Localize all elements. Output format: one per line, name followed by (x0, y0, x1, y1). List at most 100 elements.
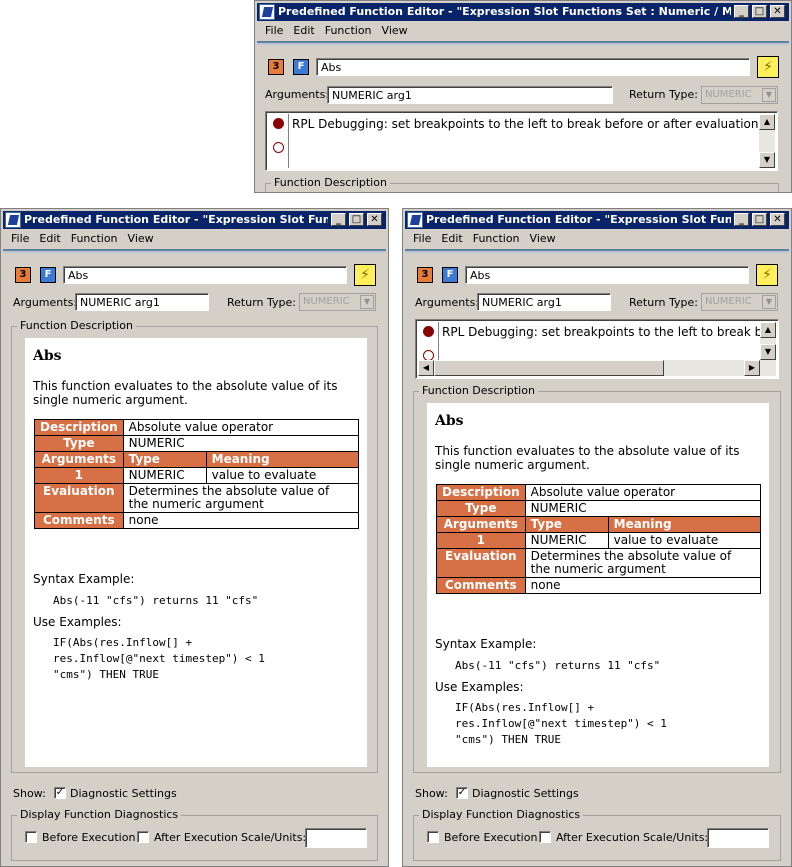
window-title: Predefined Function Editor - "Expression… (24, 213, 328, 226)
function-f-icon[interactable]: F (293, 59, 309, 75)
maximize-button[interactable]: □ (349, 213, 364, 226)
scroll-right-button[interactable]: ▶ (744, 360, 760, 376)
after-execution-checkbox[interactable] (539, 831, 551, 843)
menu-bar: File Edit Function View (405, 230, 789, 248)
menu-bar: File Edit Function View (3, 230, 386, 248)
right-editor-window: Predefined Function Editor - "Expression… (402, 208, 792, 867)
comments-value: none (122, 512, 360, 529)
type-header: Type (34, 435, 124, 452)
menu-edit[interactable]: Edit (291, 24, 316, 37)
scroll-down-button[interactable]: ▼ (759, 152, 775, 168)
menu-bar: File Edit Function View (257, 22, 789, 40)
menu-view[interactable]: View (380, 24, 410, 37)
maximize-button[interactable]: □ (752, 213, 767, 226)
scroll-down-button[interactable]: ▼ (760, 344, 776, 360)
rpl-message: RPL Debugging: set breakpoints to the le… (442, 325, 762, 339)
top-editor-window: Predefined Function Editor - "Expression… (254, 0, 792, 193)
menu-divider-light (3, 251, 386, 253)
maximize-button[interactable]: □ (752, 5, 767, 18)
diagnostic-settings-label: Diagnostic Settings (70, 787, 177, 800)
return-type-label: Return Type: (629, 88, 698, 101)
rpl-message: RPL Debugging: set breakpoints to the le… (292, 117, 763, 131)
rpl-debug-icon[interactable]: 3 (268, 59, 284, 75)
diagnostic-settings-checkbox[interactable]: ✓ (456, 787, 468, 799)
chevron-down-icon: ▼ (360, 295, 374, 309)
menu-file[interactable]: File (411, 232, 433, 245)
arg-type-header: Type (122, 451, 207, 468)
evaluation-line2: the numeric argument (128, 497, 264, 511)
after-execution-checkbox[interactable] (137, 831, 149, 843)
title-bar[interactable]: Predefined Function Editor - "Expression… (3, 211, 386, 229)
arg-number: 1 (436, 532, 526, 549)
function-description-label: Function Description (17, 320, 136, 332)
arg-meaning-header: Meaning (205, 451, 360, 468)
horizontal-scrollbar[interactable]: ◀ ▶ (418, 360, 776, 376)
return-type-select[interactable]: NUMERIC ▼ (701, 293, 778, 311)
title-bar[interactable]: Predefined Function Editor - "Expression… (257, 3, 789, 21)
minimize-button[interactable]: _ (331, 213, 346, 226)
before-execution-checkbox[interactable] (427, 831, 439, 843)
vertical-scrollbar[interactable]: ▲ ▼ (760, 322, 776, 360)
comments-header: Comments (34, 512, 124, 529)
rpl-debug-icon[interactable]: 3 (417, 267, 433, 283)
menu-function[interactable]: Function (323, 24, 374, 37)
menu-edit[interactable]: Edit (37, 232, 62, 245)
lightning-icon[interactable]: ⚡ (757, 56, 779, 78)
description-value: Absolute value operator (524, 484, 762, 501)
lightning-icon[interactable]: ⚡ (354, 264, 376, 286)
arguments-label: Arguments: (415, 296, 480, 309)
function-f-icon[interactable]: F (40, 267, 56, 283)
close-button[interactable]: ✕ (770, 5, 785, 18)
menu-view[interactable]: View (528, 232, 558, 245)
menu-view[interactable]: View (126, 232, 156, 245)
breakpoint-before-icon[interactable] (423, 326, 434, 337)
function-name-field[interactable]: Abs (63, 266, 347, 284)
return-type-select[interactable]: NUMERIC ▼ (299, 293, 376, 311)
use-example-line2: res.Inflow[@"next timestep") < 1 (53, 652, 265, 665)
diagnostic-settings-checkbox[interactable]: ✓ (54, 787, 66, 799)
menu-function[interactable]: Function (471, 232, 522, 245)
doc-intro-line2: single numeric argument. (435, 458, 590, 472)
arguments-header: Arguments (34, 451, 124, 468)
evaluation-header: Evaluation (34, 483, 124, 513)
app-icon (5, 212, 21, 228)
title-bar[interactable]: Predefined Function Editor - "Expression… (405, 211, 789, 229)
syntax-example-code: Abs(-11 "cfs") returns 11 "cfs" (53, 594, 259, 607)
menu-function[interactable]: Function (69, 232, 120, 245)
breakpoint-before-icon[interactable] (273, 118, 284, 129)
minimize-button[interactable]: _ (734, 5, 749, 18)
breakpoint-after-icon[interactable] (273, 142, 284, 153)
scroll-up-button[interactable]: ▲ (759, 114, 775, 130)
arguments-header: Arguments (436, 516, 526, 533)
doc-intro-line2: single numeric argument. (33, 393, 188, 407)
close-button[interactable]: ✕ (770, 213, 785, 226)
function-f-icon[interactable]: F (442, 267, 458, 283)
use-example-line3: "cms") THEN TRUE (53, 668, 159, 681)
scale-units-field[interactable] (707, 828, 769, 848)
function-name-field[interactable]: Abs (465, 266, 749, 284)
scroll-up-button[interactable]: ▲ (760, 322, 776, 338)
lightning-icon[interactable]: ⚡ (756, 264, 778, 286)
rpl-debug-pane[interactable]: RPL Debugging: set breakpoints to the le… (265, 111, 778, 171)
function-name-field[interactable]: Abs (316, 58, 750, 76)
minimize-button[interactable]: _ (734, 213, 749, 226)
scroll-thumb[interactable] (434, 360, 664, 376)
return-type-label: Return Type: (629, 296, 698, 309)
function-doc-pane: Abs This function evaluates to the absol… (427, 403, 769, 767)
arguments-field[interactable]: NUMERIC arg1 (477, 293, 611, 311)
arguments-field[interactable]: NUMERIC arg1 (75, 293, 209, 311)
rpl-debug-pane[interactable]: RPL Debugging: set breakpoints to the le… (415, 319, 779, 379)
return-type-select[interactable]: NUMERIC ▼ (701, 86, 778, 104)
menu-edit[interactable]: Edit (439, 232, 464, 245)
description-header: Description (436, 484, 526, 501)
vertical-scrollbar[interactable]: ▲ ▼ (759, 114, 775, 168)
before-execution-checkbox[interactable] (25, 831, 37, 843)
scroll-left-button[interactable]: ◀ (418, 360, 434, 376)
arguments-field[interactable]: NUMERIC arg1 (327, 86, 613, 104)
scale-units-field[interactable] (305, 828, 367, 848)
rpl-debug-icon[interactable]: 3 (15, 267, 31, 283)
close-button[interactable]: ✕ (367, 213, 382, 226)
menu-file[interactable]: File (263, 24, 285, 37)
menu-file[interactable]: File (9, 232, 31, 245)
comments-header: Comments (436, 577, 526, 594)
